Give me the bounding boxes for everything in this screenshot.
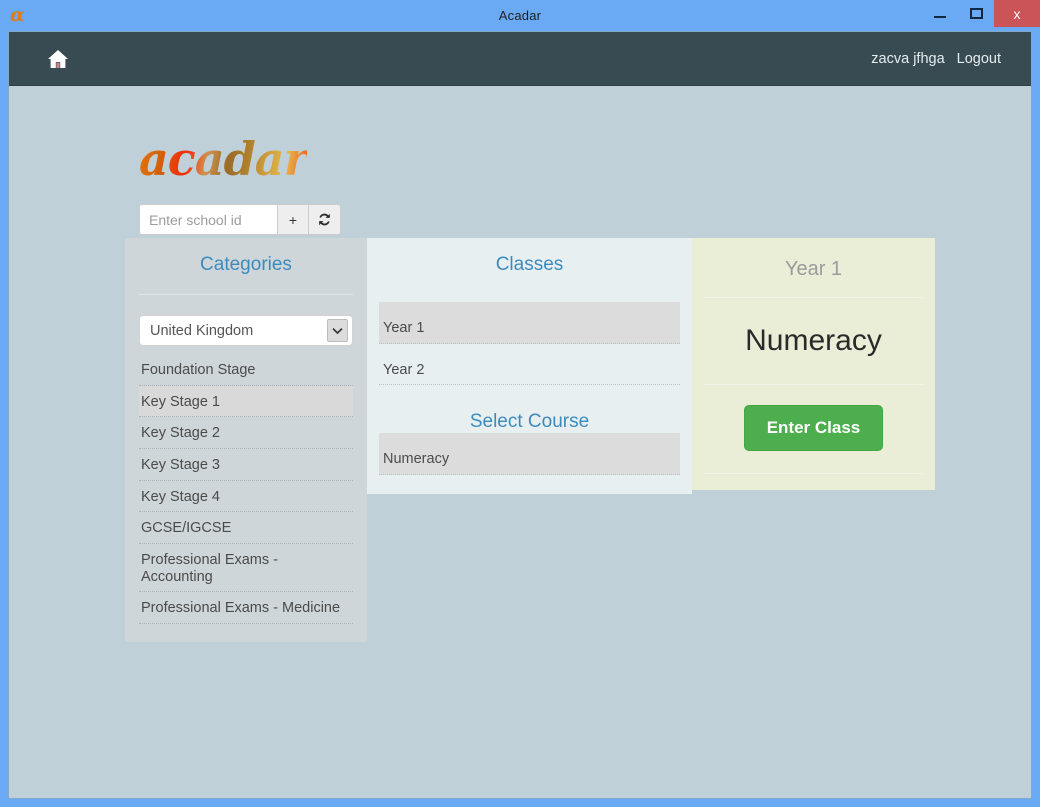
category-list-item[interactable]: Key Stage 1 xyxy=(139,385,353,418)
logout-link[interactable]: Logout xyxy=(957,51,1001,67)
nav-right-group: zacva jfhga Logout xyxy=(871,51,1013,67)
add-school-button[interactable]: + xyxy=(277,204,309,235)
courses-list: Numeracy xyxy=(379,433,680,476)
course-name-label: Numeracy xyxy=(745,324,882,357)
window-title: Acadar xyxy=(498,8,542,23)
country-select[interactable]: United Kingdom xyxy=(139,315,353,346)
client-area: zacva jfhga Logout acadar + xyxy=(8,31,1032,799)
categories-panel: Categories United Kingdom Foundation Sta… xyxy=(125,238,367,643)
classes-panel: Classes Year 1 Year 2 Select Course Numer… xyxy=(367,238,692,494)
nav-user-name[interactable]: zacva jfhga xyxy=(871,51,944,67)
course-divider-bottom xyxy=(704,473,923,474)
classes-title: Classes xyxy=(495,254,564,275)
category-list-item[interactable]: Professional Exams - Medicine xyxy=(139,592,353,625)
class-list-item[interactable]: Year 1 xyxy=(379,302,680,344)
refresh-button[interactable] xyxy=(309,204,341,235)
category-list-item[interactable]: Key Stage 4 xyxy=(139,481,353,513)
nav-home-button[interactable] xyxy=(37,43,79,75)
classes-list: Year 1 Year 2 xyxy=(379,302,680,386)
close-icon[interactable]: x xyxy=(994,0,1040,27)
course-list-item[interactable]: Numeracy xyxy=(379,433,680,476)
window-controls: x xyxy=(922,0,1040,27)
categories-title: Categories xyxy=(200,254,292,275)
class-list-item[interactable]: Year 2 xyxy=(379,344,680,386)
chevron-down-icon[interactable] xyxy=(327,319,348,342)
refresh-icon xyxy=(317,212,332,227)
course-detail-panel: Year 1 Numeracy Enter Class xyxy=(692,238,935,490)
window-titlebar: α Acadar x xyxy=(0,0,1040,31)
home-icon xyxy=(47,49,69,69)
maximize-icon[interactable] xyxy=(958,0,994,27)
category-list-item[interactable]: Key Stage 3 xyxy=(139,449,353,481)
categories-list: Foundation Stage Key Stage 1 Key Stage 2 Ke… xyxy=(139,354,353,625)
course-year-label: Year 1 xyxy=(784,258,843,280)
top-navbar: zacva jfhga Logout xyxy=(9,32,1031,86)
select-course-title: Select Course xyxy=(469,411,590,433)
category-list-item[interactable]: Professional Exams - Accounting xyxy=(139,544,353,593)
acadar-logo: acadar xyxy=(139,132,308,186)
country-select-value: United Kingdom xyxy=(150,322,254,339)
minimize-icon[interactable] xyxy=(922,0,958,27)
categories-divider xyxy=(139,294,353,295)
category-list-item[interactable]: GCSE/IGCSE xyxy=(139,512,353,545)
enter-class-button[interactable]: Enter Class xyxy=(743,405,884,451)
app-window: α Acadar x zacva jfhga Logout acadar Ent… xyxy=(0,0,1040,807)
acadar-a-icon: α xyxy=(10,4,25,26)
category-list-item[interactable]: Foundation Stage xyxy=(139,354,353,386)
school-id-input-group: + xyxy=(139,204,341,235)
category-list-item[interactable]: Key Stage 2 xyxy=(139,417,353,450)
classes-spacer xyxy=(379,276,680,302)
school-id-input[interactable] xyxy=(139,204,277,235)
